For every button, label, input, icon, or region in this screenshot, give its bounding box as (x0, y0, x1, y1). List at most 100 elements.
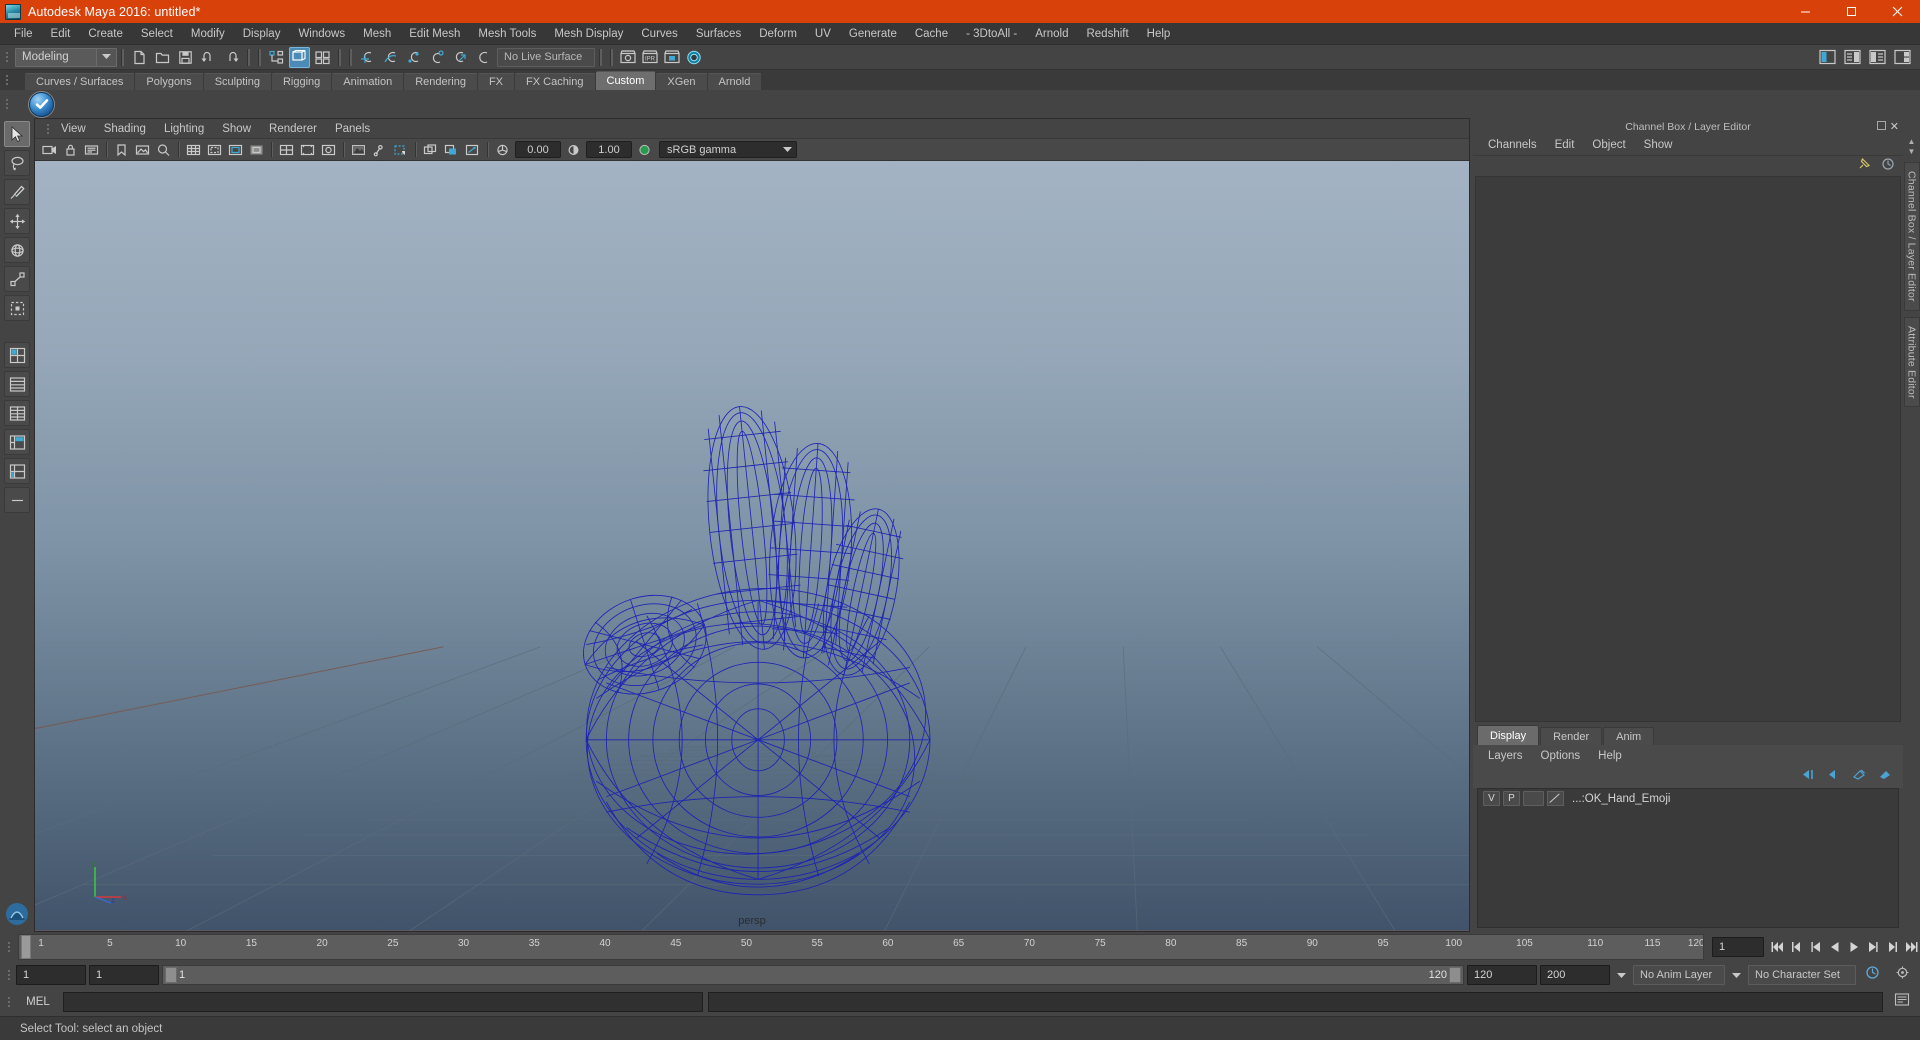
layer-menu-layers[interactable]: Layers (1479, 745, 1532, 766)
menu-deform[interactable]: Deform (750, 23, 806, 45)
select-tool[interactable] (4, 121, 30, 147)
layout-single-icon[interactable] (4, 342, 30, 368)
channel-box-speed-icon[interactable] (1881, 157, 1895, 176)
camera-attributes-icon[interactable] (82, 140, 101, 159)
snap-to-grid-icon[interactable] (357, 47, 378, 68)
layer-tab-anim[interactable]: Anim (1603, 727, 1655, 745)
menu-cache[interactable]: Cache (906, 23, 957, 45)
lasso-tool[interactable] (4, 150, 30, 176)
film-gate-icon[interactable] (205, 140, 224, 159)
wireframe-on-shaded-icon[interactable] (421, 140, 440, 159)
shelf-tab-sculpting[interactable]: Sculpting (203, 73, 272, 90)
isolate-select-icon[interactable] (391, 140, 410, 159)
vertical-tab-channel-box[interactable]: Channel Box / Layer Editor (1903, 162, 1920, 311)
scroll-down-icon[interactable]: ▼ (1908, 148, 1916, 156)
menu-modify[interactable]: Modify (182, 23, 234, 45)
layer-visibility-toggle[interactable]: V (1483, 791, 1500, 806)
layout-persp-outliner-icon[interactable] (4, 400, 30, 426)
color-management-dropdown[interactable]: sRGB gamma (659, 141, 797, 158)
menu-edit[interactable]: Edit (42, 23, 80, 45)
snap-to-point-icon[interactable] (403, 47, 424, 68)
chevron-down-icon[interactable] (1613, 966, 1630, 984)
layout-more-icon[interactable] (4, 487, 30, 513)
last-tool-icon[interactable] (4, 295, 30, 321)
menu-windows[interactable]: Windows (289, 23, 354, 45)
scale-tool[interactable] (4, 266, 30, 292)
channelbox-menu-channels[interactable]: Channels (1479, 135, 1546, 156)
open-scene-icon[interactable] (152, 47, 173, 68)
use-all-lights-icon[interactable] (493, 140, 512, 159)
statusline-grip[interactable] (2, 46, 11, 68)
menuset-mode-dropdown[interactable]: Modeling (15, 47, 117, 67)
range-slider-grip[interactable] (4, 964, 13, 986)
show-hide-attribute-editor-icon[interactable] (1842, 47, 1863, 68)
layer-menu-options[interactable]: Options (1532, 745, 1590, 766)
rotate-tool[interactable] (4, 237, 30, 263)
field-chart-icon[interactable] (277, 140, 296, 159)
textured-icon[interactable] (463, 140, 482, 159)
minimize-icon[interactable] (1782, 0, 1828, 23)
menu-curves[interactable]: Curves (632, 23, 686, 45)
safe-action-icon[interactable] (298, 140, 317, 159)
color-management-icon[interactable] (635, 140, 654, 159)
make-live-icon[interactable] (472, 47, 493, 68)
show-hide-channel-box-icon[interactable] (1892, 47, 1913, 68)
layer-shading-toggle[interactable] (1523, 791, 1544, 806)
viewport-menu-show[interactable]: Show (213, 119, 260, 139)
animation-preferences-icon[interactable] (1889, 965, 1916, 985)
exposure-field[interactable]: 0.00 (515, 141, 561, 158)
viewport-menu-lighting[interactable]: Lighting (155, 119, 213, 139)
snap-to-projected-center-icon[interactable] (426, 47, 447, 68)
go-to-end-icon[interactable] (1901, 936, 1920, 958)
new-layer-from-selected-icon[interactable] (1878, 768, 1893, 786)
command-output[interactable] (708, 992, 1883, 1012)
layout-hypershade-icon[interactable] (4, 458, 30, 484)
gamma-field[interactable]: 1.00 (586, 141, 632, 158)
range-start-handle[interactable] (165, 967, 177, 983)
channelbox-menu-edit[interactable]: Edit (1546, 135, 1584, 156)
maximize-icon[interactable] (1828, 0, 1874, 23)
step-back-frame-icon[interactable] (1806, 936, 1825, 958)
go-to-start-icon[interactable] (1768, 936, 1787, 958)
paint-select-tool[interactable] (4, 179, 30, 205)
time-slider[interactable]: 1 5 10 15 20 25 30 35 40 45 50 55 60 65 … (18, 934, 1704, 960)
snap-to-curve-icon[interactable] (380, 47, 401, 68)
shelf-tab-custom[interactable]: Custom (595, 71, 657, 90)
viewport-grip[interactable] (43, 118, 52, 140)
bookmark-icon[interactable] (112, 140, 131, 159)
menu-arnold[interactable]: Arnold (1026, 23, 1077, 45)
step-forward-frame-icon[interactable] (1863, 936, 1882, 958)
safe-title-icon[interactable] (319, 140, 338, 159)
close-icon[interactable] (1874, 0, 1920, 23)
menu-uv[interactable]: UV (806, 23, 840, 45)
image-plane-icon[interactable] (133, 140, 152, 159)
play-forwards-icon[interactable] (1844, 936, 1863, 958)
ipr-render-icon[interactable]: IPR (639, 47, 661, 68)
layout-persp-graph-icon[interactable] (4, 429, 30, 455)
table-row[interactable]: V P ...:OK_Hand_Emoji (1478, 789, 1898, 808)
menu-mesh-tools[interactable]: Mesh Tools (469, 23, 545, 45)
shelf-tab-xgen[interactable]: XGen (656, 73, 708, 90)
resolution-gate-icon[interactable] (226, 140, 245, 159)
playback-end-time-field[interactable]: 120 (1467, 965, 1537, 985)
live-surface-field[interactable]: No Live Surface (497, 47, 595, 67)
auto-keyframe-icon[interactable] (1859, 965, 1886, 985)
shelf-tab-arnold[interactable]: Arnold (707, 73, 763, 90)
smooth-shade-icon[interactable] (442, 140, 461, 159)
current-frame-field[interactable]: 1 (1712, 937, 1764, 957)
xray-toggle-icon[interactable] (349, 140, 368, 159)
anim-layer-dropdown[interactable]: No Anim Layer (1633, 965, 1725, 985)
select-by-hierarchy-icon[interactable] (266, 47, 287, 68)
channel-box-content[interactable] (1475, 176, 1901, 722)
script-editor-icon[interactable] (1888, 992, 1916, 1012)
show-hide-tool-settings-icon[interactable] (1867, 47, 1888, 68)
viewport-menu-renderer[interactable]: Renderer (260, 119, 326, 139)
snap-to-view-plane-icon[interactable] (449, 47, 470, 68)
display-layer-list[interactable]: V P ...:OK_Hand_Emoji (1477, 788, 1899, 928)
menu-create[interactable]: Create (79, 23, 132, 45)
menu-mesh[interactable]: Mesh (354, 23, 400, 45)
menu-surfaces[interactable]: Surfaces (687, 23, 750, 45)
layer-color-icon[interactable] (1547, 791, 1564, 806)
command-language-label[interactable]: MEL (18, 996, 58, 1008)
select-camera-icon[interactable] (40, 140, 59, 159)
